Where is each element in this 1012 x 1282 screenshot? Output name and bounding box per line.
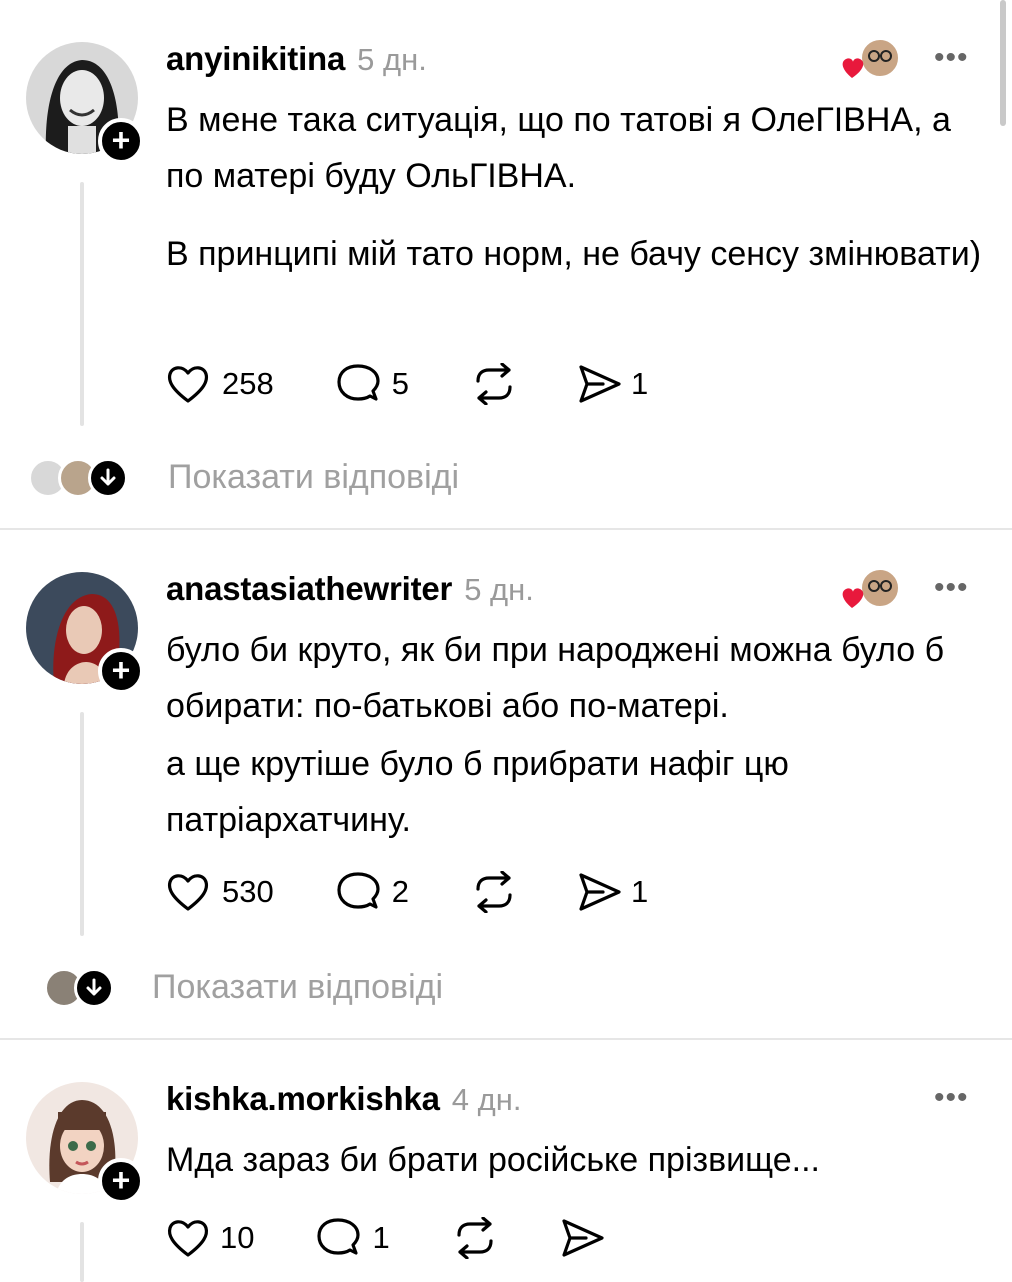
send-icon xyxy=(579,365,621,403)
username[interactable]: anastasiathewriter xyxy=(166,570,452,608)
comment-2: + anastasiathewriter 5 дн. ••• було би к… xyxy=(0,530,1012,1038)
repost-button[interactable] xyxy=(471,362,517,406)
reply-button[interactable]: 5 xyxy=(336,362,409,406)
heart-icon xyxy=(842,588,864,608)
arrow-down-icon xyxy=(88,458,128,498)
reply-count: 2 xyxy=(391,874,409,909)
comment-header: anastasiathewriter 5 дн. xyxy=(166,570,534,610)
comment-bubble-icon xyxy=(337,872,380,909)
share-count: 1 xyxy=(630,366,649,401)
show-replies-link[interactable]: Показати відповіді xyxy=(152,968,443,1007)
like-count: 530 xyxy=(222,874,274,909)
action-bar: 258 5 1 xyxy=(166,362,648,406)
like-count: 10 xyxy=(220,1220,255,1255)
repost-icon xyxy=(457,1217,493,1259)
action-bar: 10 1 xyxy=(166,1216,606,1260)
like-button[interactable]: 530 xyxy=(166,870,274,914)
heart-icon xyxy=(167,366,209,403)
like-count: 258 xyxy=(222,366,274,401)
send-icon xyxy=(579,873,621,911)
comment-3: + kishka.morkishka 4 дн. ••• Мда зараз б… xyxy=(0,1040,1012,1282)
comment-bubble-icon xyxy=(337,364,380,401)
timestamp: 5 дн. xyxy=(464,572,534,607)
thread-line xyxy=(80,182,84,426)
arrow-down-icon xyxy=(74,968,114,1008)
reply-count: 5 xyxy=(391,366,409,401)
thread-line xyxy=(80,712,84,936)
comment-text: В принципі мій тато норм, не бачу сенсу … xyxy=(166,235,982,273)
share-button[interactable]: 1 xyxy=(577,362,648,406)
username[interactable]: anyinikitina xyxy=(166,40,345,78)
repost-icon xyxy=(476,363,512,405)
comment-text: а ще крутіше було б прибрати нафіг цю па… xyxy=(166,745,789,839)
like-button[interactable]: 10 xyxy=(166,1216,254,1260)
show-replies-link[interactable]: Показати відповіді xyxy=(168,458,459,497)
share-button[interactable]: 1 xyxy=(577,870,648,914)
liked-by-author-indicator xyxy=(840,38,900,80)
heart-icon xyxy=(167,874,209,911)
reply-count: 1 xyxy=(372,1220,390,1255)
more-options-button[interactable]: ••• xyxy=(934,573,974,603)
timestamp: 5 дн. xyxy=(357,42,427,77)
comment-1: + anyinikitina 5 дн. ••• В мене така сит… xyxy=(0,0,1012,528)
more-options-button[interactable]: ••• xyxy=(934,1083,974,1113)
send-icon xyxy=(562,1219,604,1257)
repost-button[interactable] xyxy=(471,870,517,914)
liked-by-author-indicator xyxy=(840,568,900,610)
comment-text: В мене така ситуація, що по татові я Оле… xyxy=(166,101,951,195)
follow-plus-icon[interactable]: + xyxy=(98,118,144,164)
heart-icon xyxy=(842,58,864,78)
action-bar: 530 2 1 xyxy=(166,870,648,914)
comment-bubble-icon xyxy=(317,1218,361,1255)
comment-header: anyinikitina 5 дн. xyxy=(166,40,427,80)
follow-plus-icon[interactable]: + xyxy=(98,1158,144,1204)
share-count: 1 xyxy=(630,874,649,909)
like-button[interactable]: 258 xyxy=(166,362,274,406)
heart-icon xyxy=(167,1220,209,1257)
comment-text: було би круто, як би при народжені можна… xyxy=(166,631,945,725)
reply-avatars[interactable] xyxy=(44,966,114,1010)
thread-line xyxy=(80,1222,84,1282)
repost-button[interactable] xyxy=(452,1216,498,1260)
repost-icon xyxy=(476,871,512,913)
reply-button[interactable]: 2 xyxy=(336,870,409,914)
username[interactable]: kishka.morkishka xyxy=(166,1080,440,1118)
more-options-button[interactable]: ••• xyxy=(934,43,974,73)
follow-plus-icon[interactable]: + xyxy=(98,648,144,694)
comment-header: kishka.morkishka 4 дн. xyxy=(166,1080,521,1120)
reply-button[interactable]: 1 xyxy=(316,1216,390,1260)
share-button[interactable] xyxy=(560,1216,606,1260)
timestamp: 4 дн. xyxy=(451,1082,522,1117)
comment-text: Мда зараз би брати російське прізвище... xyxy=(166,1141,821,1179)
reply-avatars[interactable] xyxy=(28,456,128,500)
